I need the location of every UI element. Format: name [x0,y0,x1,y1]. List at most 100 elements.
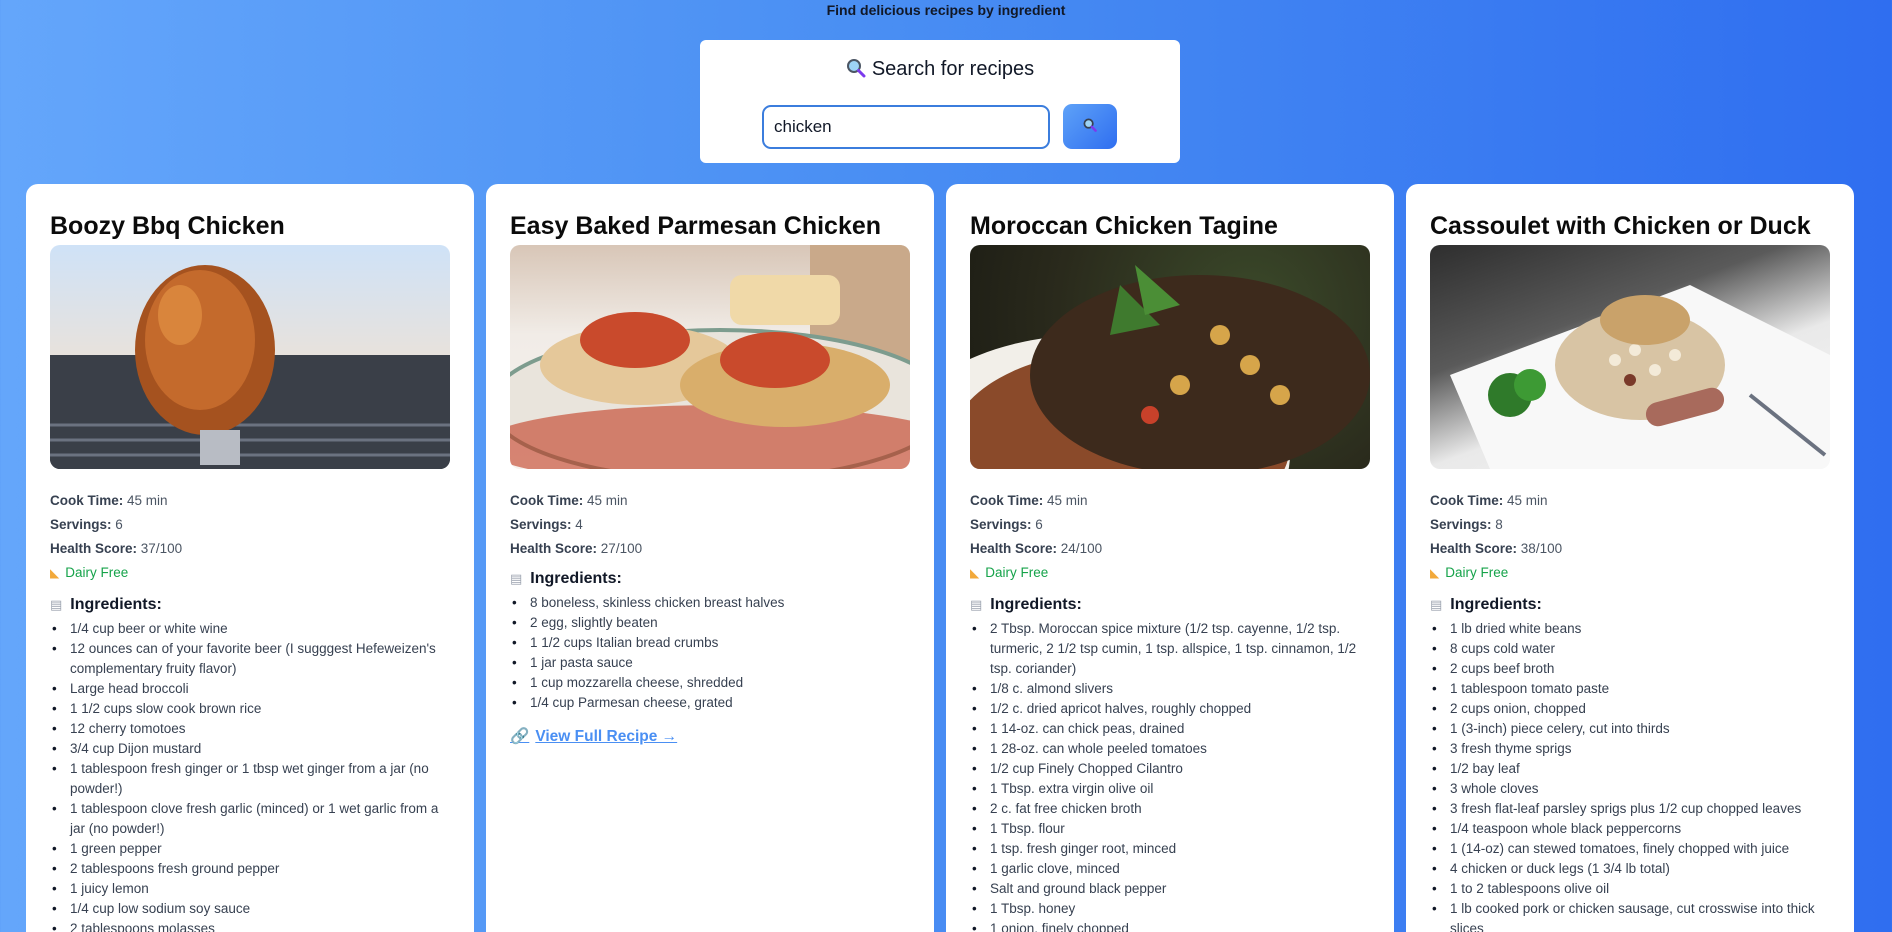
recipe-card: Boozy Bbq Chicken Cook Time: 45 min Serv… [26,184,474,932]
search-input[interactable] [762,105,1050,149]
recipe-image[interactable] [510,245,910,469]
ingredients-list: 1 lb dried white beans 8 cups cold water… [1430,619,1830,932]
cook-time-label: Cook Time: [970,493,1044,508]
ingredients-heading: ▤ Ingredients: [50,593,450,617]
servings-value: 4 [575,517,583,532]
recipe-title[interactable]: Cassoulet with Chicken or Duck [1430,211,1830,241]
servings-row: Servings: 4 [510,513,910,537]
ingredient-item: 3/4 cup Dijon mustard [50,739,450,759]
ingredient-item: 1 to 2 tablespoons olive oil [1430,879,1830,899]
diet-badge: ◣ Dairy Free [1430,561,1830,585]
ingredients-list: 8 boneless, skinless chicken breast halv… [510,593,910,713]
ingredient-item: 3 fresh flat-leaf parsley sprigs plus 1/… [1430,799,1830,819]
page-tagline: Find delicious recipes by ingredient [826,2,1066,18]
ingredient-item: 1/2 cup Finely Chopped Cilantro [970,759,1370,779]
servings-row: Servings: 6 [970,513,1370,537]
recipe-title[interactable]: Moroccan Chicken Tagine [970,211,1370,241]
ingredients-heading: ▤ Ingredients: [510,567,910,591]
ingredient-item: 1 Tbsp. honey [970,899,1370,919]
ingredient-item: 12 ounces can of your favorite beer (I s… [50,639,450,679]
ingredient-item: 3 whole cloves [1430,779,1830,799]
ingredient-item: 1 garlic clove, minced [970,859,1370,879]
search-button[interactable] [1063,104,1117,149]
servings-label: Servings: [510,517,572,532]
list-icon: ▤ [50,597,63,612]
ingredient-item: 1/4 cup Parmesan cheese, grated [510,693,910,713]
recipe-results: Boozy Bbq Chicken Cook Time: 45 min Serv… [26,184,1856,932]
diet-label: Dairy Free [1445,565,1509,580]
servings-value: 6 [1035,517,1043,532]
ingredients-label: Ingredients: [70,596,162,613]
diet-label: Dairy Free [985,565,1049,580]
cook-time-value: 45 min [1047,493,1088,508]
ingredient-item: 1 lb cooked pork or chicken sausage, cut… [1430,899,1830,932]
ingredient-item: 1/2 c. dried apricot halves, roughly cho… [970,699,1370,719]
health-score-row: Health Score: 24/100 [970,537,1370,561]
recipe-meta: Cook Time: 45 min Servings: 4 Health Sco… [510,489,910,561]
recipe-meta: Cook Time: 45 min Servings: 8 Health Sco… [1430,489,1830,561]
recipe-image[interactable] [970,245,1370,469]
ingredient-item: 12 cherry tomotoes [50,719,450,739]
health-score-label: Health Score: [1430,541,1518,556]
view-full-recipe-label: View Full Recipe → [535,728,678,745]
search-title-text: Search for recipes [871,58,1035,80]
list-icon: ▤ [510,571,523,586]
ingredient-item: 1 jar pasta sauce [510,653,910,673]
ingredient-item: 1/2 bay leaf [1430,759,1830,779]
ingredients-label: Ingredients: [990,596,1082,613]
ingredient-item: 1 tablespoon clove fresh garlic (minced)… [50,799,450,839]
recipe-card: Cassoulet with Chicken or Duck Cook Time… [1406,184,1854,932]
ingredient-item: 1 tablespoon fresh ginger or 1 tbsp wet … [50,759,450,799]
recipe-image[interactable] [1430,245,1830,469]
ingredient-item: 1 tsp. fresh ginger root, minced [970,839,1370,859]
diet-label: Dairy Free [65,565,129,580]
diet-badge: ◣ Dairy Free [970,561,1370,585]
ingredient-item: 1 onion, finely chopped [970,919,1370,932]
cook-time-value: 45 min [127,493,168,508]
health-score-value: 38/100 [1520,541,1563,556]
link-icon: 🔗 [510,728,530,745]
ingredient-item: 1 Tbsp. extra virgin olive oil [970,779,1370,799]
cheese-icon: ◣ [1430,566,1440,580]
cook-time-label: Cook Time: [50,493,124,508]
search-panel: Search for recipes [700,40,1180,163]
servings-value: 6 [115,517,123,532]
health-score-label: Health Score: [50,541,138,556]
search-title: Search for recipes [700,58,1180,81]
health-score-value: 37/100 [140,541,183,556]
ingredient-item: 3 fresh thyme sprigs [1430,739,1830,759]
ingredient-item: 1 cup mozzarella cheese, shredded [510,673,910,693]
ingredient-item: 1 (14-oz) can stewed tomatoes, finely ch… [1430,839,1830,859]
health-score-value: 24/100 [1060,541,1103,556]
ingredient-item: 2 cups onion, chopped [1430,699,1830,719]
recipe-title[interactable]: Easy Baked Parmesan Chicken [510,211,910,241]
cook-time-row: Cook Time: 45 min [970,489,1370,513]
ingredient-item: Salt and ground black pepper [970,879,1370,899]
servings-label: Servings: [50,517,112,532]
ingredient-item: 1/4 cup low sodium soy sauce [50,899,450,919]
ingredient-item: 4 chicken or duck legs (1 3/4 lb total) [1430,859,1830,879]
view-full-recipe-link[interactable]: 🔗 View Full Recipe → [510,727,677,746]
recipe-card: Easy Baked Parmesan Chicken Cook Time: 4… [486,184,934,932]
recipe-image[interactable] [50,245,450,469]
ingredient-item: 1/8 c. almond slivers [970,679,1370,699]
ingredient-item: 1 28-oz. can whole peeled tomatoes [970,739,1370,759]
ingredients-label: Ingredients: [1450,596,1542,613]
cook-time-label: Cook Time: [510,493,584,508]
servings-label: Servings: [970,517,1032,532]
ingredient-item: 8 boneless, skinless chicken breast halv… [510,593,910,613]
ingredients-list: 1/4 cup beer or white wine 12 ounces can… [50,619,450,932]
health-score-label: Health Score: [970,541,1058,556]
ingredient-item: 1 juicy lemon [50,879,450,899]
recipe-title[interactable]: Boozy Bbq Chicken [50,211,450,241]
list-icon: ▤ [1430,597,1443,612]
servings-value: 8 [1495,517,1503,532]
cook-time-row: Cook Time: 45 min [510,489,910,513]
ingredient-item: 8 cups cold water [1430,639,1830,659]
ingredient-item: Large head broccoli [50,679,450,699]
ingredient-item: 1 Tbsp. flour [970,819,1370,839]
cheese-icon: ◣ [970,566,980,580]
recipe-meta: Cook Time: 45 min Servings: 6 Health Sco… [50,489,450,561]
servings-row: Servings: 6 [50,513,450,537]
list-icon: ▤ [970,597,983,612]
